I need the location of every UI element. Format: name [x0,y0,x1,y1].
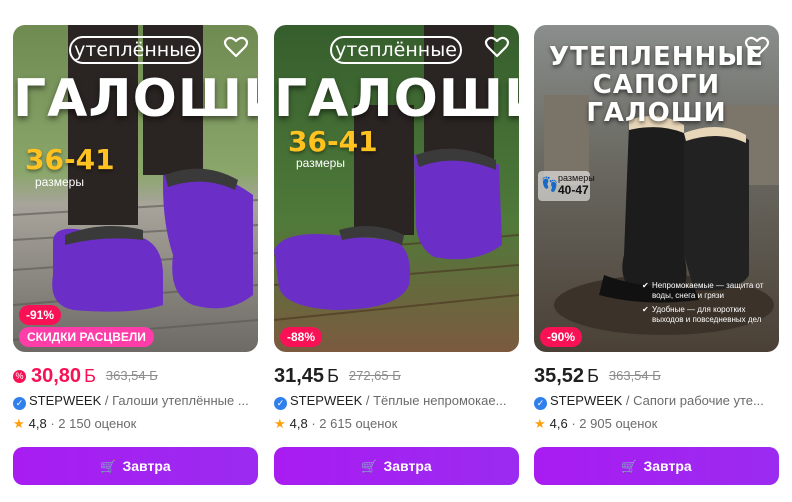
delivery-button-label: Завтра [122,458,171,474]
verified-check-icon: ✓ [274,397,287,410]
heart-outline-icon[interactable] [222,33,250,61]
delivery-button-label: Завтра [383,458,432,474]
image-tag-pill: утеплённые [330,36,462,64]
price-row: 31,45 Б 272,65 Б [274,365,519,389]
rating-row[interactable]: ★ 4,6 · 2 905 оценок [534,416,657,434]
product-grid: утеплённые ГАЛОШИ 36-41 размеры -91% СКИ… [13,25,779,485]
image-sizes-label: размеры [35,175,84,189]
product-title[interactable]: / Галоши утеплённые ... [105,393,249,408]
size-range-label: размеры [558,173,595,183]
product-image[interactable]: утеплённые ГАЛОШИ 36-41 размеры -91% СКИ… [13,25,258,352]
percent-badge-icon: % [13,370,26,383]
foot-icon: 👣 [541,176,559,192]
image-sizes: 36-41 [288,125,378,158]
discount-badge: -91% [19,305,62,325]
verified-check-icon: ✓ [13,397,26,410]
image-sizes-label: размеры [296,156,345,170]
rating-row[interactable]: ★ 4,8 · 2 150 оценок [13,416,136,434]
discount-badge: -90% [540,327,583,347]
price-row: % 30,80 Б 363,54 Б [13,365,258,389]
currency: Б [327,366,339,386]
review-count: · 2 905 оценок [571,416,658,431]
image-headline: ГАЛОШИ [13,69,258,129]
delivery-button-label: Завтра [643,458,692,474]
feature-item: ✔ Непромокаемые — защита от воды, снега и… [642,281,776,301]
price: 31,45 [274,365,325,387]
verified-check-icon: ✓ [534,397,547,410]
image-tag-pill: утеплённые [69,36,201,64]
star-icon: ★ [13,416,25,431]
delivery-button[interactable]: 🛒 Завтра [13,447,258,485]
rating-row[interactable]: ★ 4,8 · 2 615 оценок [274,416,397,434]
review-count: · 2 150 оценок [50,416,137,431]
price-row: 35,52 Б 363,54 Б [534,365,779,389]
price: 30,80 [31,365,82,387]
check-icon: ✔ [642,281,649,290]
cart-icon: 🛒 [100,459,117,474]
size-range-box: 👣 размеры 40-47 [538,171,595,201]
delivery-button[interactable]: 🛒 Завтра [274,447,519,485]
image-headline-line2: САПОГИ ГАЛОШИ [586,70,727,128]
star-icon: ★ [534,416,546,431]
old-price: 363,54 Б [105,368,158,383]
brand-title-link[interactable]: ✓ STEPWEEK / Сапоги рабочие уте... [534,393,779,411]
delivery-button[interactable]: 🛒 Завтра [534,447,779,485]
rating-value: 4,8 [289,416,308,431]
old-price: 363,54 Б [608,368,661,383]
cart-icon: 🛒 [621,459,638,474]
product-title[interactable]: / Сапоги рабочие уте... [626,393,764,408]
old-price: 272,65 Б [348,368,401,383]
brand-name[interactable]: STEPWEEK [550,393,622,408]
product-card[interactable]: утеплённые ГАЛОШИ 36-41 размеры -91% СКИ… [13,25,258,485]
rating-value: 4,6 [549,416,568,431]
feature-text: Удобные — для коротких выходов и повседн… [652,305,762,324]
price: 35,52 [534,365,585,387]
image-sizes: 36-41 [25,143,115,176]
brand-title-link[interactable]: ✓ STEPWEEK / Галоши утеплённые ... [13,393,258,411]
currency: Б [84,366,96,386]
feature-list: ✔ Непромокаемые — защита от воды, снега и… [642,281,776,337]
star-icon: ★ [274,416,286,431]
size-range-value: 40-47 [558,183,589,197]
product-card[interactable]: утеплённые ГАЛОШИ 36-41 размеры -88% 31,… [274,25,519,485]
brand-name[interactable]: STEPWEEK [29,393,101,408]
heart-outline-icon[interactable] [743,33,771,61]
review-count: · 2 615 оценок [311,416,398,431]
promo-badge: СКИДКИ РАСЦВЕЛИ [19,327,154,347]
product-title[interactable]: / Тёплые непромокае... [366,393,507,408]
heart-outline-icon[interactable] [483,33,511,61]
feature-text: Непромокаемые — защита от воды, снега и … [652,281,764,300]
check-icon: ✔ [642,305,649,314]
product-image[interactable]: утеплённые ГАЛОШИ 36-41 размеры -88% [274,25,519,352]
rating-value: 4,8 [28,416,47,431]
cart-icon: 🛒 [361,459,378,474]
product-card[interactable]: УТЕПЛЕННЫЕ САПОГИ ГАЛОШИ 👣 размеры 40-47… [534,25,779,485]
brand-name[interactable]: STEPWEEK [290,393,362,408]
discount-badge: -88% [280,327,323,347]
currency: Б [587,366,599,386]
brand-title-link[interactable]: ✓ STEPWEEK / Тёплые непромокае... [274,393,519,411]
feature-item: ✔ Удобные — для коротких выходов и повсед… [642,305,776,325]
image-headline: ГАЛОШИ [274,69,519,129]
product-image[interactable]: УТЕПЛЕННЫЕ САПОГИ ГАЛОШИ 👣 размеры 40-47… [534,25,779,352]
